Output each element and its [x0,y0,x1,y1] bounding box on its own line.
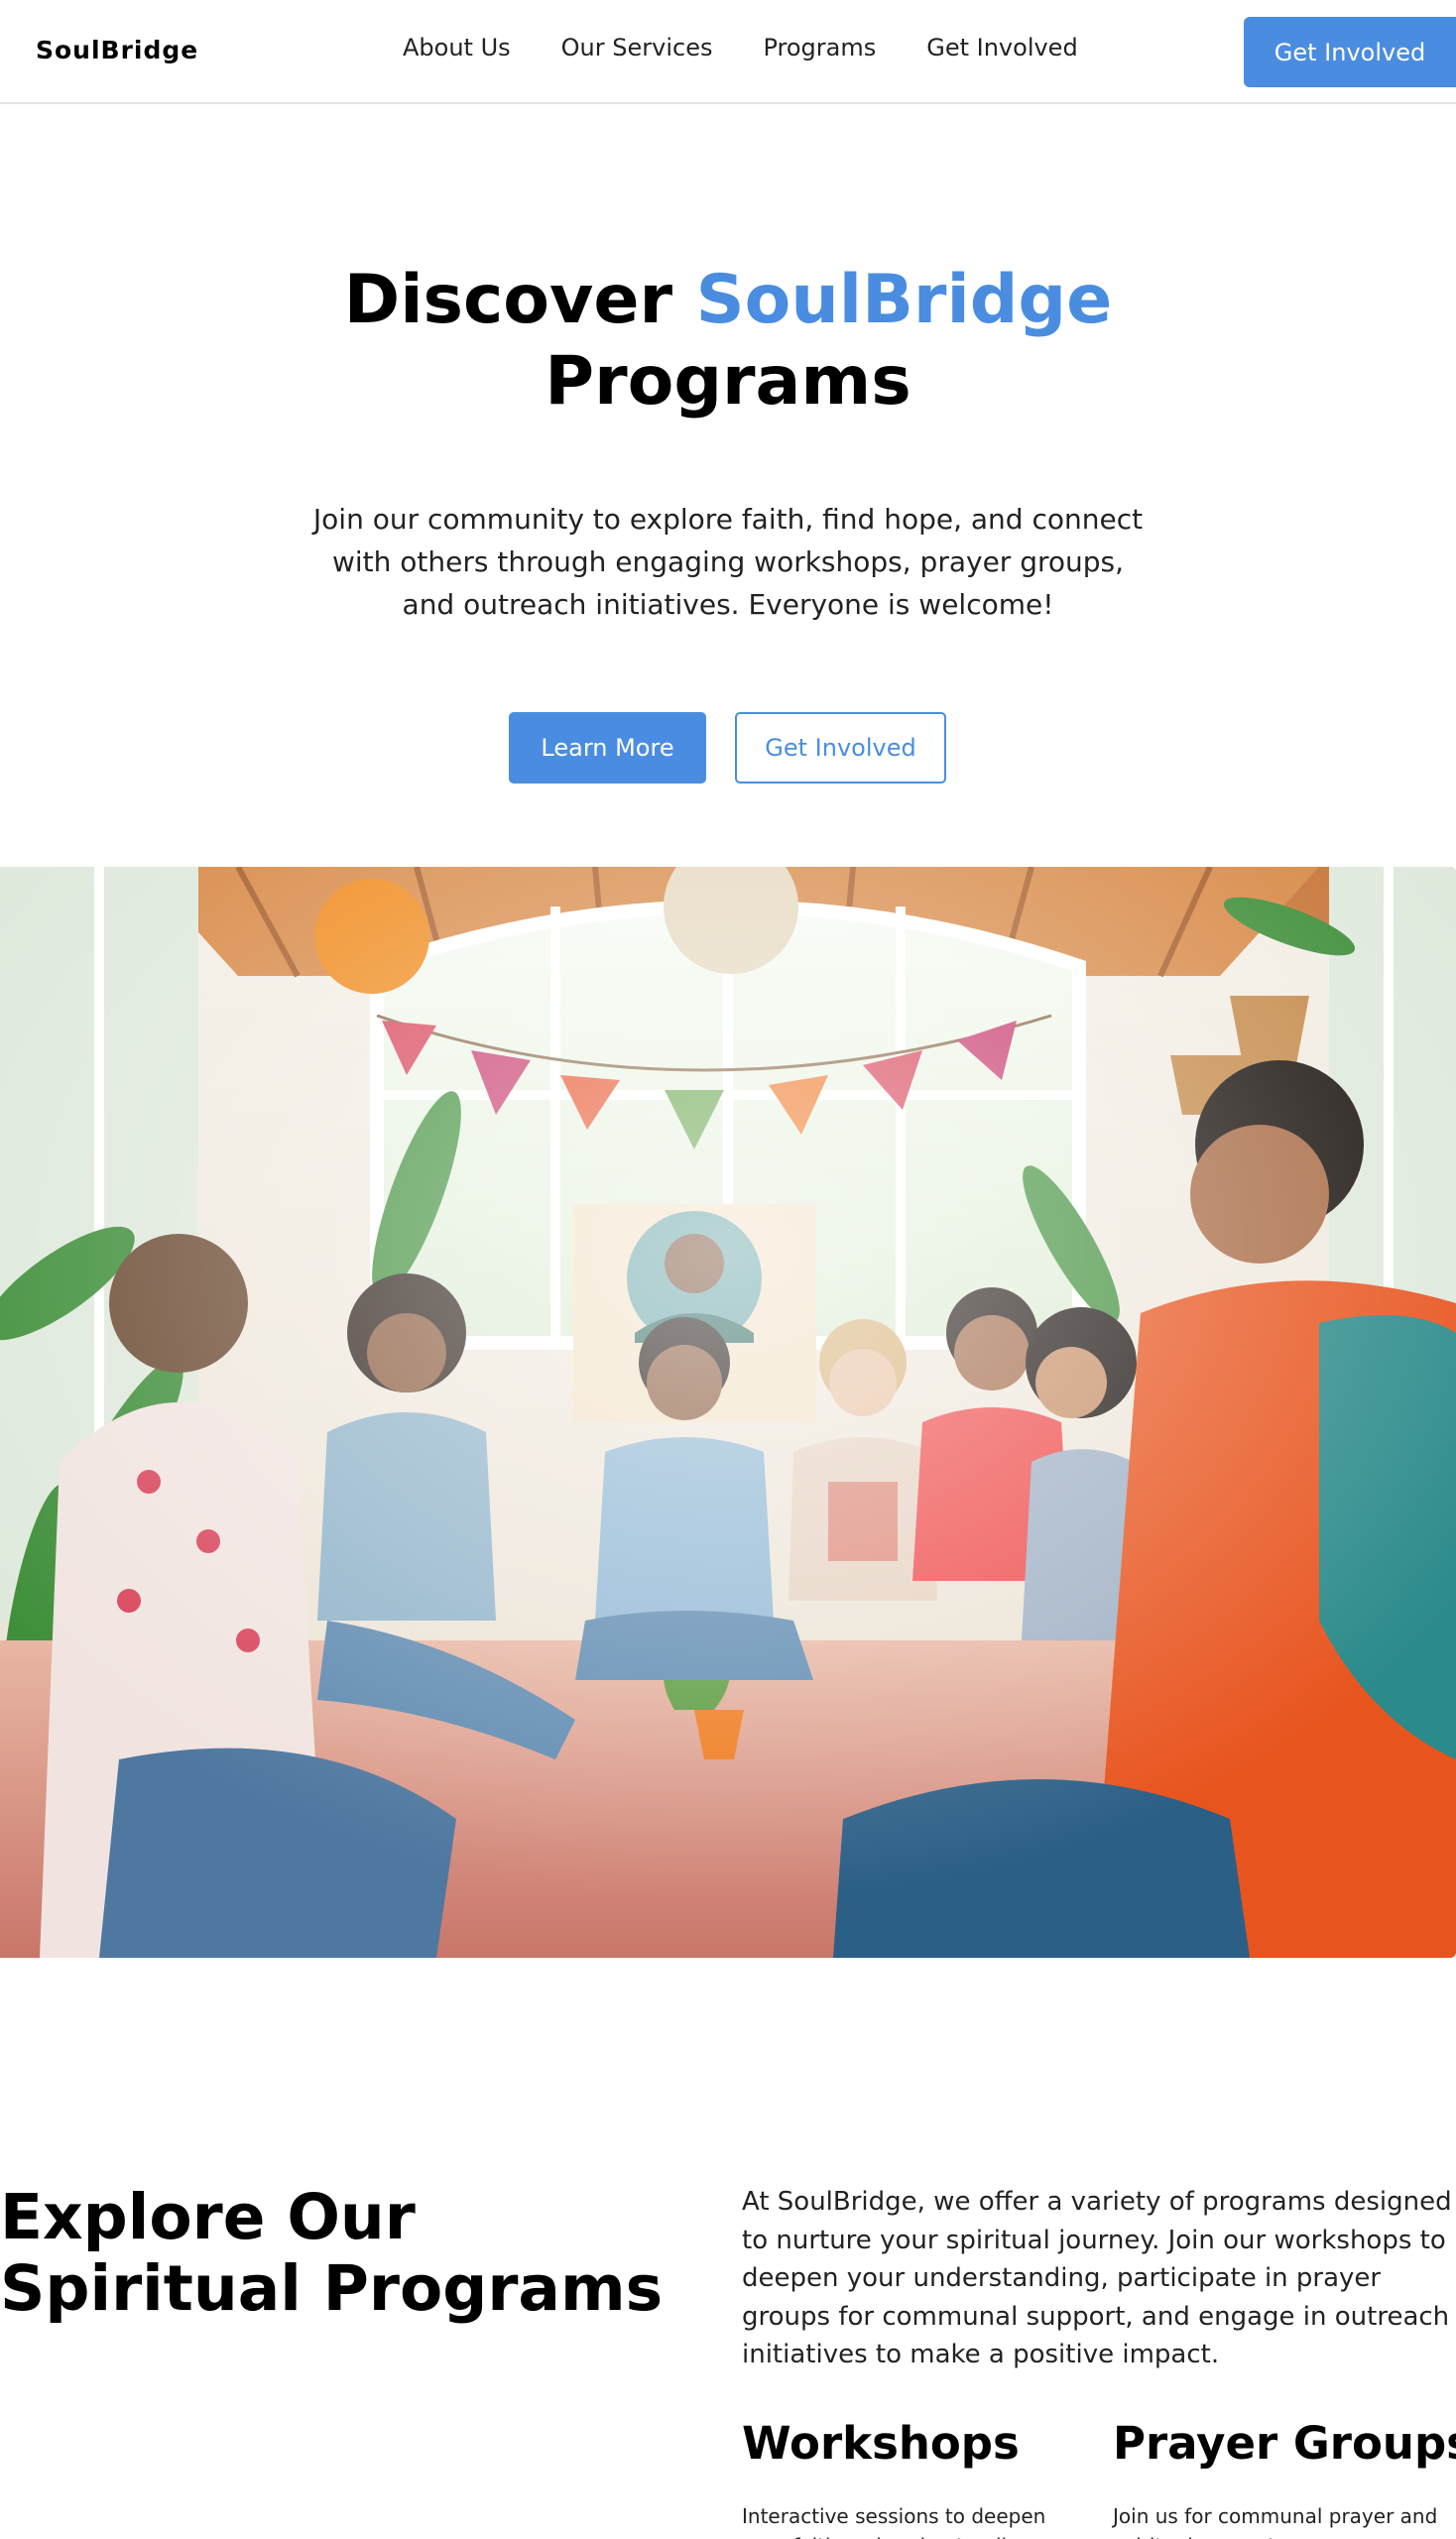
learn-more-button[interactable]: Learn More [509,712,706,784]
top-navbar: SoulBridge About Us Our Services Program… [0,0,1456,104]
nav-get-involved-button[interactable]: Get Involved [1244,17,1456,87]
nav-link-our-services[interactable]: Our Services [561,34,713,61]
hero-get-involved-button[interactable]: Get Involved [735,712,946,784]
explore-section-description: At SoulBridge, we offer a variety of pro… [742,2187,1452,2369]
program-card-title: Prayer Groups [1113,2417,1456,2470]
hero-title-part2: Programs [545,342,911,421]
community-gathering-photo [0,867,1456,1958]
main-nav: About Us Our Services Programs Get Invol… [403,34,1078,61]
nav-link-get-involved[interactable]: Get Involved [926,34,1077,61]
program-card-text: Interactive sessions to deepen your fait… [742,2504,1046,2539]
hero-subtitle: Join our community to explore faith, fin… [312,503,1144,621]
program-card-title: Workshops [742,2417,1020,2470]
hero-title-part1: Discover [343,261,696,339]
program-card-workshops[interactable]: Workshops Interactive sessions to deepen… [742,2416,1079,2539]
nav-link-about-us[interactable]: About Us [403,34,511,61]
program-card-text: Join us for communal prayer and spiritua… [1113,2504,1438,2539]
program-card-prayer-groups[interactable]: Prayer Groups Join us for communal praye… [1113,2416,1456,2539]
site-logo[interactable]: SoulBridge [36,36,198,64]
nav-link-programs[interactable]: Programs [763,34,876,61]
hero-title-accent: SoulBridge [695,261,1113,339]
explore-section-title: Explore Our Spiritual Programs [0,2181,664,2325]
hero-title: Discover SoulBridge Programs [0,260,1456,423]
